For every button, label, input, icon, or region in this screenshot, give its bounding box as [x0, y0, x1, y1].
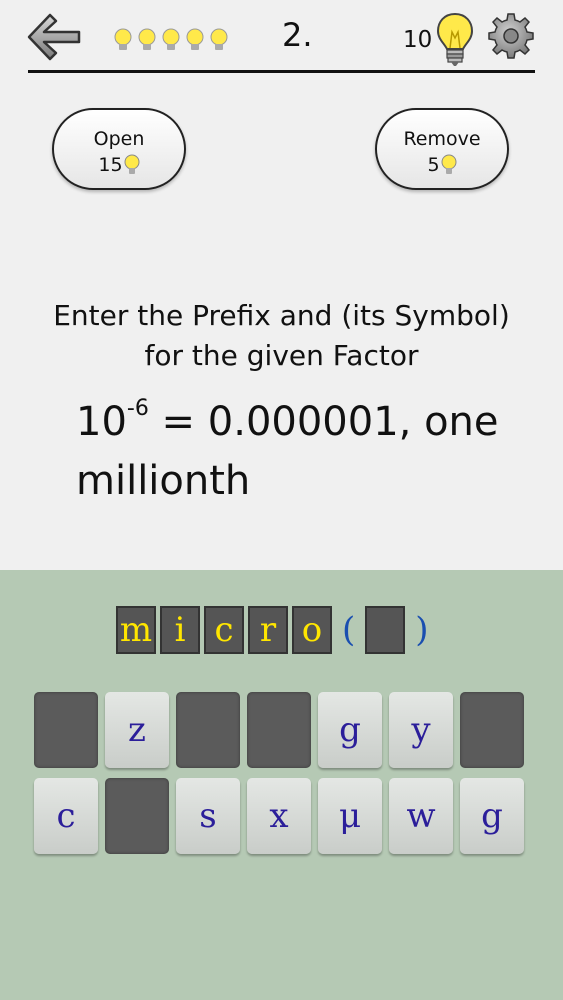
hint-count: 10: [403, 27, 433, 53]
remove-letters-button[interactable]: Remove 5: [375, 108, 509, 190]
letter-key: [247, 692, 311, 768]
level-number: 2.: [282, 16, 313, 54]
instruction-line-2: for the given Factor: [144, 339, 419, 372]
lightbulb-icon: [114, 28, 132, 50]
lightbulb-icon: [441, 154, 457, 174]
lightbulb-icon: [124, 154, 140, 174]
lightbulb-icon: [162, 28, 180, 50]
level-progress: [112, 27, 230, 53]
remove-cost: 5: [427, 154, 457, 176]
symbol-slot[interactable]: [365, 606, 406, 654]
header-divider: [28, 70, 535, 73]
remove-cost-value: 5: [427, 154, 440, 176]
keyboard-row: z g y: [34, 692, 524, 768]
letter-key[interactable]: z: [105, 692, 169, 768]
letter-key: [105, 778, 169, 854]
letter-key[interactable]: g: [460, 778, 524, 854]
answer-slot[interactable]: o: [292, 606, 332, 654]
letter-key[interactable]: c: [34, 778, 98, 854]
letter-key[interactable]: g: [318, 692, 382, 768]
letter-keyboard: z g y c s x μ w g: [34, 692, 524, 864]
answer-slots: m i c r o ( ): [116, 606, 435, 654]
lightbulb-icon: [436, 12, 474, 66]
answer-slot[interactable]: i: [160, 606, 200, 654]
lightbulb-icon: [186, 28, 204, 50]
letter-key[interactable]: s: [176, 778, 240, 854]
close-paren: ): [415, 610, 429, 650]
letter-key[interactable]: y: [389, 692, 453, 768]
top-bar: 2. 10: [0, 0, 563, 75]
lightbulb-icon: [210, 28, 228, 50]
letter-key[interactable]: w: [389, 778, 453, 854]
open-label: Open: [93, 128, 145, 150]
letter-key: [34, 692, 98, 768]
back-arrow-icon[interactable]: [26, 12, 82, 62]
gear-icon[interactable]: [487, 12, 535, 60]
answer-slot[interactable]: c: [204, 606, 244, 654]
instruction-text: Enter the Prefix and (its Symbol) for th…: [0, 296, 563, 376]
keyboard-row: c s x μ w g: [34, 778, 524, 854]
instruction-line-1: Enter the Prefix and (its Symbol): [53, 299, 510, 332]
letter-key[interactable]: x: [247, 778, 311, 854]
letter-key: [176, 692, 240, 768]
open-cost: 15: [98, 154, 140, 176]
open-paren: (: [342, 610, 356, 650]
open-cost-value: 15: [98, 154, 123, 176]
factor-base: 10: [76, 399, 127, 445]
factor-question: 10-6 = 0.000001, one millionth: [76, 396, 536, 507]
letter-key[interactable]: μ: [318, 778, 382, 854]
answer-slot[interactable]: r: [248, 606, 288, 654]
answer-slot[interactable]: m: [116, 606, 156, 654]
open-letter-button[interactable]: Open 15: [52, 108, 186, 190]
letter-key: [460, 692, 524, 768]
remove-label: Remove: [403, 128, 481, 150]
factor-exponent: -6: [126, 396, 149, 421]
lightbulb-icon: [138, 28, 156, 50]
